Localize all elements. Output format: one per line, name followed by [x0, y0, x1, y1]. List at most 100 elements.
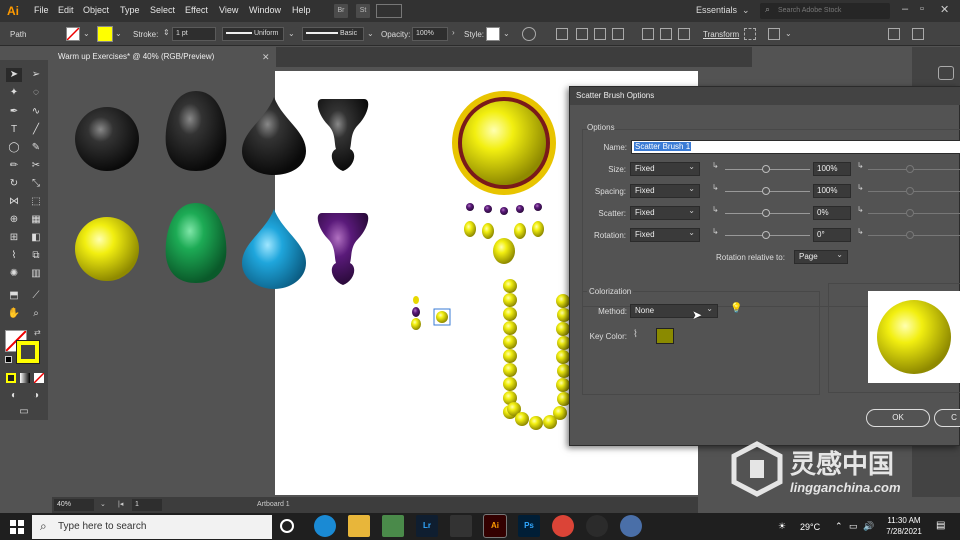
graphic-style-swatch[interactable] — [486, 27, 500, 41]
align-left-icon[interactable] — [576, 28, 588, 40]
stroke-stepper-icon[interactable]: ⇕ — [163, 28, 170, 37]
tray-chevron-icon[interactable]: ⌃ — [835, 521, 843, 532]
align-middle-icon[interactable] — [660, 28, 672, 40]
fill-dropdown-icon[interactable]: ⌄ — [83, 29, 90, 38]
fill-swatch[interactable] — [66, 27, 80, 41]
align-right-icon[interactable] — [612, 28, 624, 40]
stroke-dropdown-icon[interactable]: ⌄ — [115, 29, 122, 38]
color-mode-icon[interactable] — [6, 373, 16, 383]
stroke-swatch[interactable] — [97, 26, 113, 42]
brush-name-input[interactable]: Scatter Brush 1 — [631, 140, 960, 154]
menu-effect[interactable]: Effect — [185, 5, 208, 15]
menu-view[interactable]: View — [219, 5, 238, 15]
isolate-object-icon[interactable] — [744, 28, 756, 40]
perspective-grid-tool-icon[interactable]: ▦ — [28, 213, 44, 227]
style-dropdown-icon[interactable]: ⌄ — [503, 29, 510, 38]
symbol-sprayer-tool-icon[interactable]: ✺ — [6, 267, 22, 281]
screen-mode-icon[interactable]: ▭ — [16, 405, 32, 419]
close-document-icon[interactable]: ✕ — [262, 52, 270, 63]
black-bead-dangle[interactable] — [317, 99, 369, 171]
pen-tool-icon[interactable]: ✒ — [6, 105, 22, 119]
menu-type[interactable]: Type — [120, 5, 140, 15]
select-similar-dropdown-icon[interactable]: ⌄ — [785, 29, 792, 38]
key-color-eyedropper-icon[interactable]: ⌇ — [633, 329, 638, 340]
yellow-bead-chain[interactable] — [503, 279, 571, 430]
menu-select[interactable]: Select — [150, 5, 175, 15]
temperature-label[interactable]: 29°C — [800, 522, 820, 532]
swap-fill-stroke-icon[interactable]: ⇄ — [34, 328, 41, 337]
size-mode-select[interactable]: Fixed — [630, 161, 700, 176]
menu-help[interactable]: Help — [292, 5, 311, 15]
direct-selection-tool-icon[interactable]: ➢ — [28, 68, 44, 82]
windows-start-icon[interactable] — [10, 520, 24, 534]
select-similar-icon[interactable] — [768, 28, 780, 40]
rotation-relative-select[interactable]: Page — [794, 249, 848, 264]
rotation-value[interactable]: 0° — [813, 228, 851, 242]
bridge-button[interactable]: Br — [334, 4, 348, 18]
arrange-documents-icon[interactable] — [376, 4, 402, 18]
shape-builder-tool-icon[interactable]: ⊕ — [6, 213, 22, 227]
clock-date[interactable]: 7/28/2021 — [880, 527, 928, 536]
task-view-icon[interactable] — [280, 519, 294, 533]
yellow-sphere[interactable] — [75, 217, 139, 281]
gradient-mode-icon[interactable] — [20, 373, 30, 383]
document-tab[interactable]: Warm up Exercises* @ 40% (RGB/Preview) — [52, 47, 276, 67]
sun-pendant[interactable] — [452, 91, 556, 195]
scissors-tool-icon[interactable]: ✂ — [28, 159, 44, 173]
weather-sun-icon[interactable]: ☀ — [778, 521, 786, 532]
libraries-panel-icon[interactable] — [938, 66, 954, 80]
scatter-mode-select[interactable]: Fixed — [630, 205, 700, 220]
brush-dropdown-icon[interactable]: ⌄ — [367, 29, 374, 38]
menu-edit[interactable]: Edit — [58, 5, 74, 15]
artboard-number-input[interactable]: 1 — [132, 499, 162, 511]
none-mode-icon[interactable] — [33, 372, 45, 384]
opacity-arrow-icon[interactable]: › — [452, 28, 455, 37]
edge-icon[interactable] — [314, 515, 336, 537]
eyedropper-tool-icon[interactable]: ⌇ — [6, 249, 22, 263]
size-slider-knob[interactable] — [762, 165, 770, 173]
close-icon[interactable]: ✕ — [940, 3, 949, 16]
volume-icon[interactable]: 🔊 — [863, 521, 874, 532]
obs-icon[interactable] — [586, 515, 608, 537]
type-tool-icon[interactable]: T — [6, 123, 22, 137]
notifications-icon[interactable]: ▤ — [936, 520, 945, 531]
graph-tool-icon[interactable]: ▥ — [28, 267, 44, 281]
stock-search-input[interactable]: Search Adobe Stock — [760, 3, 890, 19]
taskbar-search-input[interactable]: Type here to search — [32, 515, 272, 539]
width-tool-icon[interactable]: ⋈ — [6, 195, 22, 209]
mesh-tool-icon[interactable]: ⊞ — [6, 231, 22, 245]
size-value[interactable]: 100% — [813, 162, 851, 176]
artboard-tool-icon[interactable]: ⬒ — [6, 289, 22, 303]
profile-dropdown-icon[interactable]: ⌄ — [288, 29, 295, 38]
menu-window[interactable]: Window — [249, 5, 281, 15]
scatter-slider-knob[interactable] — [762, 209, 770, 217]
game-icon[interactable] — [450, 515, 472, 537]
rotation-slider-knob[interactable] — [762, 231, 770, 239]
clock-time[interactable]: 11:30 AM — [884, 516, 924, 525]
ellipse-tool-icon[interactable]: ◯ — [6, 141, 22, 155]
restore-icon[interactable]: ▫ — [920, 3, 924, 15]
cancel-button[interactable]: C — [934, 409, 960, 427]
browser-icon[interactable] — [620, 515, 642, 537]
method-select[interactable]: None — [630, 303, 718, 318]
arrange-icon[interactable] — [888, 28, 900, 40]
scatter-value[interactable]: 0% — [813, 206, 851, 220]
file-explorer-icon[interactable] — [348, 515, 370, 537]
recolor-artwork-icon[interactable] — [522, 27, 536, 41]
paintbrush-tool-icon[interactable]: ✎ — [28, 141, 44, 155]
align-to-icon[interactable] — [556, 28, 568, 40]
align-bottom-icon[interactable] — [678, 28, 690, 40]
spacing-mode-select[interactable]: Fixed — [630, 183, 700, 198]
purple-bead-dangle[interactable] — [317, 213, 369, 285]
black-sphere[interactable] — [75, 107, 139, 171]
transform-link[interactable]: Transform — [703, 30, 739, 39]
free-transform-tool-icon[interactable]: ⬚ — [28, 195, 44, 209]
workspace-switcher[interactable]: Essentials — [696, 5, 737, 15]
selected-bead[interactable] — [436, 311, 448, 323]
illustrator-icon[interactable]: Ai — [483, 514, 507, 538]
magic-wand-tool-icon[interactable]: ✦ — [6, 86, 22, 100]
tools-stroke-swatch[interactable] — [16, 340, 40, 364]
black-egg[interactable] — [165, 91, 227, 171]
lightroom-icon[interactable]: Lr — [416, 515, 438, 537]
blend-tool-icon[interactable]: ⧉ — [28, 249, 44, 263]
